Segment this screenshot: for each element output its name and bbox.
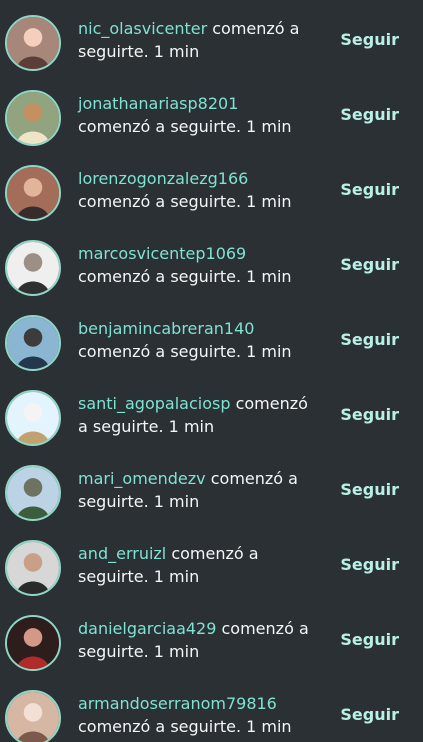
avatar[interactable] xyxy=(5,165,61,221)
username-link[interactable]: marcosvicentep1069 xyxy=(78,244,246,263)
avatar-image xyxy=(7,317,59,369)
follow-button[interactable]: Seguir xyxy=(340,28,399,51)
avatar-image xyxy=(7,92,59,144)
avatar-image xyxy=(7,167,59,219)
follow-button[interactable]: Seguir xyxy=(340,703,399,726)
avatar-image xyxy=(7,692,59,742)
avatar-image xyxy=(7,542,59,594)
avatar-image xyxy=(7,467,59,519)
notification-text: marcosvicentep1069 comenzó a seguirte. 1 … xyxy=(78,242,318,288)
notification-text: nic_olasvicenter comenzó a seguirte. 1 m… xyxy=(78,17,318,63)
follow-button[interactable]: Seguir xyxy=(340,178,399,201)
avatar-image xyxy=(7,392,59,444)
avatar-image xyxy=(7,617,59,669)
notification-row[interactable]: mari_omendezv comenzó a seguirte. 1 min S… xyxy=(0,455,423,530)
notification-text: lorenzogonzalezg166 comenzó a seguirte. 1… xyxy=(78,167,318,213)
follow-button[interactable]: Seguir xyxy=(340,328,399,351)
avatar[interactable] xyxy=(5,315,61,371)
username-link[interactable]: benjamincabreran140 xyxy=(78,319,254,338)
username-link[interactable]: danielgarciaa429 xyxy=(78,619,216,638)
notification-text: mari_omendezv comenzó a seguirte. 1 min xyxy=(78,467,318,513)
username-link[interactable]: santi_agopalaciosp xyxy=(78,394,230,413)
activity-list: nic_olasvicenter comenzó a seguirte. 1 m… xyxy=(0,0,423,742)
notification-row[interactable]: lorenzogonzalezg166 comenzó a seguirte. 1… xyxy=(0,155,423,230)
notification-row[interactable]: danielgarciaa429 comenzó a seguirte. 1 m… xyxy=(0,605,423,680)
follow-button[interactable]: Seguir xyxy=(340,403,399,426)
notification-message: comenzó a seguirte. 1 min xyxy=(78,717,292,736)
notification-text: and_erruizl comenzó a seguirte. 1 min xyxy=(78,542,318,588)
username-link[interactable]: and_erruizl xyxy=(78,544,166,563)
username-link[interactable]: nic_olasvicenter xyxy=(78,19,207,38)
avatar-image xyxy=(7,242,59,294)
notification-row[interactable]: benjamincabreran140 comenzó a seguirte. 1… xyxy=(0,305,423,380)
username-link[interactable]: mari_omendezv xyxy=(78,469,206,488)
username-link[interactable]: lorenzogonzalezg166 xyxy=(78,169,248,188)
avatar[interactable] xyxy=(5,690,61,742)
follow-button[interactable]: Seguir xyxy=(340,553,399,576)
notification-text: santi_agopalaciosp comenzó a seguirte. 1… xyxy=(78,392,318,438)
username-link[interactable]: armandoserranom79816 xyxy=(78,694,277,713)
username-link[interactable]: jonathanariasp8201 xyxy=(78,94,238,113)
avatar[interactable] xyxy=(5,465,61,521)
avatar[interactable] xyxy=(5,540,61,596)
notification-message: comenzó a seguirte. 1 min xyxy=(78,192,292,211)
notification-text: jonathanariasp8201 comenzó a seguirte. 1 … xyxy=(78,92,318,138)
avatar[interactable] xyxy=(5,615,61,671)
notification-message: comenzó a seguirte. 1 min xyxy=(78,342,292,361)
follow-button[interactable]: Seguir xyxy=(340,628,399,651)
notification-row[interactable]: santi_agopalaciosp comenzó a seguirte. 1… xyxy=(0,380,423,455)
notification-row[interactable]: jonathanariasp8201 comenzó a seguirte. 1 … xyxy=(0,80,423,155)
notification-text: armandoserranom79816 comenzó a seguirte. … xyxy=(78,692,318,738)
avatar[interactable] xyxy=(5,15,61,71)
avatar[interactable] xyxy=(5,240,61,296)
notification-message: comenzó a seguirte. 1 min xyxy=(78,267,292,286)
notification-row[interactable]: and_erruizl comenzó a seguirte. 1 min Seg… xyxy=(0,530,423,605)
notification-message: comenzó a seguirte. 1 min xyxy=(78,117,292,136)
notification-row[interactable]: nic_olasvicenter comenzó a seguirte. 1 m… xyxy=(0,5,423,80)
notification-text: benjamincabreran140 comenzó a seguirte. 1… xyxy=(78,317,318,363)
follow-button[interactable]: Seguir xyxy=(340,253,399,276)
follow-button[interactable]: Seguir xyxy=(340,478,399,501)
follow-button[interactable]: Seguir xyxy=(340,103,399,126)
avatar-image xyxy=(7,17,59,69)
notification-text: danielgarciaa429 comenzó a seguirte. 1 m… xyxy=(78,617,318,663)
notification-row[interactable]: marcosvicentep1069 comenzó a seguirte. 1 … xyxy=(0,230,423,305)
avatar[interactable] xyxy=(5,390,61,446)
notification-row[interactable]: armandoserranom79816 comenzó a seguirte. … xyxy=(0,680,423,742)
avatar[interactable] xyxy=(5,90,61,146)
